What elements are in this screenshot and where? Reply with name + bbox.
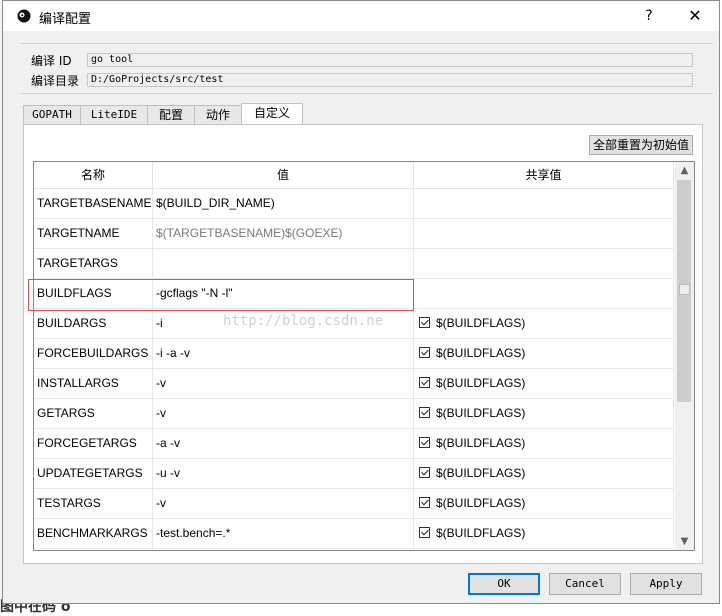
row-name-cell: BENCHMARKARGS — [34, 519, 153, 549]
tab-custom[interactable]: 自定义 — [241, 103, 303, 126]
build-id-label: 编译 ID — [31, 54, 72, 68]
reset-all-button[interactable]: 全部重置为初始值 — [589, 135, 693, 155]
row-name-cell: GETARGS — [34, 399, 153, 429]
fields-frame-top — [21, 43, 713, 44]
row-value-cell[interactable]: -a -v — [153, 429, 414, 459]
row-value-cell[interactable]: -v — [153, 489, 414, 519]
shared-value-text: $(BUILDFLAGS) — [436, 466, 526, 480]
table-row[interactable]: BENCHMARKARGS -test.bench=.* $(BUILDFLAGS) — [34, 519, 674, 549]
row-value-cell[interactable]: -i -a -v — [153, 339, 414, 369]
row-shared-cell — [414, 189, 674, 219]
row-name-cell: FORCEGETARGS — [34, 429, 153, 459]
row-shared-cell: $(BUILDFLAGS) — [414, 309, 674, 339]
row-shared-cell: $(BUILDFLAGS) — [414, 459, 674, 489]
shared-checkbox[interactable] — [419, 347, 430, 358]
build-id-field[interactable]: go tool — [87, 53, 693, 67]
row-value-cell[interactable] — [153, 249, 414, 279]
row-name-cell: TESTARGS — [34, 489, 153, 519]
row-shared-cell — [414, 279, 674, 309]
shared-value-text: $(BUILDFLAGS) — [436, 316, 526, 330]
table-row[interactable]: UPDATEGETARGS -u -v $(BUILDFLAGS) — [34, 459, 674, 489]
shared-checkbox[interactable] — [419, 467, 430, 478]
table-row[interactable]: INSTALLARGS -v $(BUILDFLAGS) — [34, 369, 674, 399]
shared-checkbox[interactable] — [419, 437, 430, 448]
row-name-cell: BUILDARGS — [34, 309, 153, 339]
row-name-cell: TARGETNAME — [34, 219, 153, 249]
table-row[interactable]: FORCEGETARGS -a -v $(BUILDFLAGS) — [34, 429, 674, 459]
close-button[interactable]: ✕ — [675, 1, 715, 31]
row-shared-cell: $(BUILDFLAGS) — [414, 339, 674, 369]
app-icon — [17, 9, 31, 23]
shared-checkbox[interactable] — [419, 317, 430, 328]
help-button[interactable]: ? — [631, 1, 667, 31]
row-name-cell: TARGETARGS — [34, 249, 153, 279]
shared-checkbox[interactable] — [419, 407, 430, 418]
shared-value-text: $(BUILDFLAGS) — [436, 436, 526, 450]
cancel-button[interactable]: Cancel — [549, 573, 621, 595]
shared-value-text: $(BUILDFLAGS) — [436, 376, 526, 390]
row-value-cell[interactable]: -v — [153, 399, 414, 429]
row-name-cell: UPDATEGETARGS — [34, 459, 153, 489]
row-name-cell: BUILDFLAGS — [34, 279, 153, 309]
scroll-up-arrow[interactable]: ▲ — [675, 162, 694, 179]
table-row[interactable]: FORCEBUILDARGS -i -a -v $(BUILDFLAGS) — [34, 339, 674, 369]
shared-value-text: $(BUILDFLAGS) — [436, 526, 526, 540]
row-value-cell[interactable]: $(BUILD_DIR_NAME) — [153, 189, 414, 219]
build-dir-field[interactable]: D:/GoProjects/src/test — [87, 73, 693, 87]
ok-button[interactable]: OK — [468, 573, 540, 595]
scroll-grip — [679, 284, 690, 295]
tab-gopath[interactable]: GOPATH — [23, 105, 81, 125]
build-dir-label: 编译目录 — [31, 74, 80, 88]
scroll-down-arrow[interactable]: ▼ — [675, 533, 694, 550]
vertical-scrollbar[interactable]: ▲ ▼ — [675, 162, 694, 550]
row-shared-cell: $(BUILDFLAGS) — [414, 429, 674, 459]
row-shared-cell — [414, 249, 674, 279]
apply-button[interactable]: Apply — [630, 573, 702, 595]
fields-frame-bottom — [21, 93, 713, 94]
header-shared[interactable]: 共享值 — [414, 162, 674, 188]
table-header: 名称 值 共享值 — [34, 162, 674, 189]
table-row[interactable]: BUILDARGS -i $(BUILDFLAGS) — [34, 309, 674, 339]
build-config-dialog: 编译配置 ? ✕ 编译 ID go tool 编译目录 D:/GoProject… — [2, 0, 720, 604]
table-row[interactable]: GETARGS -v $(BUILDFLAGS) — [34, 399, 674, 429]
shared-value-text: $(BUILDFLAGS) — [436, 496, 526, 510]
row-value-cell[interactable]: -test.bench=.* — [153, 519, 414, 549]
row-name-cell: INSTALLARGS — [34, 369, 153, 399]
row-shared-cell: $(BUILDFLAGS) — [414, 369, 674, 399]
shared-checkbox[interactable] — [419, 527, 430, 538]
table-row[interactable]: TARGETNAME $(TARGETBASENAME)$(GOEXE) — [34, 219, 674, 249]
row-shared-cell: $(BUILDFLAGS) — [414, 399, 674, 429]
row-value-cell[interactable]: -v — [153, 369, 414, 399]
shared-value-text: $(BUILDFLAGS) — [436, 406, 526, 420]
row-name-cell: TARGETBASENAME — [34, 189, 153, 219]
row-value-cell[interactable]: $(TARGETBASENAME)$(GOEXE) — [153, 219, 414, 249]
table-row[interactable]: BUILDFLAGS -gcflags "-N -l" — [34, 279, 674, 309]
row-shared-cell: $(BUILDFLAGS) — [414, 519, 674, 549]
tab-liteide[interactable]: LiteIDE — [80, 105, 148, 125]
row-shared-cell: $(BUILDFLAGS) — [414, 489, 674, 519]
tab-config[interactable]: 配置 — [147, 105, 195, 125]
tab-actions[interactable]: 动作 — [194, 105, 242, 125]
row-shared-cell — [414, 219, 674, 249]
shared-value-text: $(BUILDFLAGS) — [436, 346, 526, 360]
header-value[interactable]: 值 — [153, 162, 414, 188]
table-row[interactable]: TARGETARGS — [34, 249, 674, 279]
table-row[interactable]: TARGETBASENAME $(BUILD_DIR_NAME) — [34, 189, 674, 219]
title-bar: 编译配置 ? ✕ — [3, 1, 719, 31]
window-title: 编译配置 — [39, 12, 92, 27]
table-row[interactable]: TESTARGS -v $(BUILDFLAGS) — [34, 489, 674, 519]
variables-table: 名称 值 共享值 TARGETBASENAME $(BUILD_DIR_NAME)… — [33, 161, 695, 551]
row-name-cell: FORCEBUILDARGS — [34, 339, 153, 369]
scroll-thumb[interactable] — [677, 180, 691, 402]
shared-checkbox[interactable] — [419, 497, 430, 508]
shared-checkbox[interactable] — [419, 377, 430, 388]
row-value-cell[interactable]: -u -v — [153, 459, 414, 489]
row-value-cell[interactable]: -gcflags "-N -l" — [153, 279, 414, 309]
row-value-cell[interactable]: -i — [153, 309, 414, 339]
header-name[interactable]: 名称 — [34, 162, 153, 188]
